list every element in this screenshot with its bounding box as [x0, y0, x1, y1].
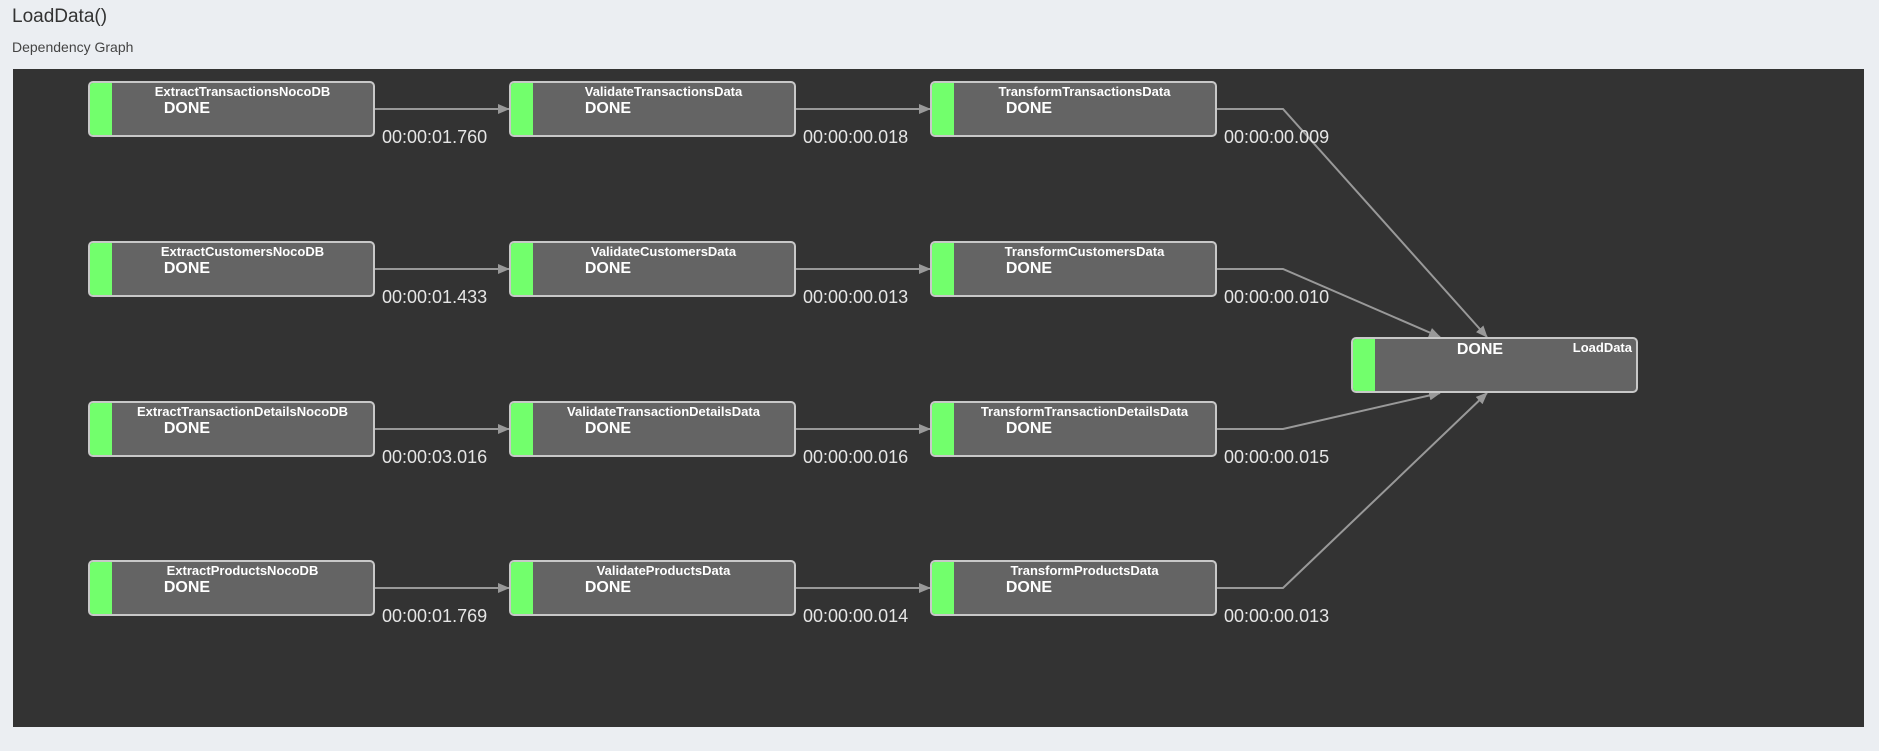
task-status: DONE [584, 579, 632, 596]
task-node[interactable]: ValidateTransactionDetailsData DONE [509, 401, 796, 457]
task-node[interactable]: LoadData DONE [1351, 337, 1638, 393]
task-name: TransformTransactionDetailsData [980, 404, 1189, 419]
task-node[interactable]: ExtractTransactionsNocoDB DONE [88, 81, 375, 137]
task-name: ValidateProductsData [596, 563, 731, 578]
task-duration: 00:00:00.010 [1224, 287, 1330, 307]
task-node[interactable]: TransformCustomersData DONE [930, 241, 1217, 297]
task-node[interactable]: ExtractTransactionDetailsNocoDB DONE [88, 401, 375, 457]
edge-n11-n12 [1217, 392, 1488, 589]
task-name: TransformTransactionsData [998, 84, 1171, 99]
task-name: ExtractProductsNocoDB [166, 563, 319, 578]
status-indicator [511, 243, 533, 295]
task-status: DONE [1005, 260, 1053, 277]
task-duration: 00:00:01.769 [382, 606, 488, 626]
task-duration: 00:00:03.016 [382, 447, 488, 467]
graph-edges [375, 104, 1488, 593]
edge-n8-n12 [1217, 390, 1441, 430]
status-indicator [90, 403, 112, 455]
status-indicator [90, 562, 112, 614]
status-indicator [932, 243, 954, 295]
status-indicator [90, 83, 112, 135]
task-duration: 00:00:00.015 [1224, 447, 1330, 467]
task-name: ValidateCustomersData [590, 244, 737, 259]
status-indicator [90, 243, 112, 295]
task-status: DONE [163, 260, 211, 277]
task-status: DONE [1456, 341, 1504, 358]
task-duration: 00:00:00.009 [1224, 127, 1330, 147]
task-name: TransformCustomersData [1004, 244, 1165, 259]
task-node[interactable]: ValidateTransactionsData DONE [509, 81, 796, 137]
status-indicator [511, 562, 533, 614]
task-status: DONE [1005, 579, 1053, 596]
task-node[interactable]: TransformProductsData DONE [930, 560, 1217, 616]
task-node[interactable]: ValidateCustomersData DONE [509, 241, 796, 297]
task-duration: 00:00:00.016 [803, 447, 909, 467]
task-node[interactable]: ValidateProductsData DONE [509, 560, 796, 616]
task-duration: 00:00:00.014 [803, 606, 909, 626]
status-indicator [1353, 339, 1375, 391]
status-indicator [932, 562, 954, 614]
task-node[interactable]: TransformTransactionsData DONE [930, 81, 1217, 137]
task-duration: 00:00:01.433 [382, 287, 488, 307]
task-node[interactable]: ExtractCustomersNocoDB DONE [88, 241, 375, 297]
task-status: DONE [584, 100, 632, 117]
task-node[interactable]: ExtractProductsNocoDB DONE [88, 560, 375, 616]
task-status: DONE [163, 100, 211, 117]
status-indicator [932, 403, 954, 455]
task-duration: 00:00:00.018 [803, 127, 909, 147]
task-status: DONE [1005, 420, 1053, 437]
task-status: DONE [584, 260, 632, 277]
task-name: ExtractTransactionsNocoDB [154, 84, 331, 99]
page-subtitle: Dependency Graph [12, 39, 134, 55]
dependency-graph-canvas[interactable]: ExtractTransactionsNocoDB DONE 00:00:01.76… [13, 69, 1864, 727]
task-duration: 00:00:01.760 [382, 127, 488, 147]
page-title: LoadData() [12, 6, 108, 27]
task-name: ValidateTransactionsData [584, 84, 743, 99]
status-indicator [932, 83, 954, 135]
task-status: DONE [163, 579, 211, 596]
task-status: DONE [1005, 100, 1053, 117]
task-status: DONE [163, 420, 211, 437]
task-node[interactable]: TransformTransactionDetailsData DONE [930, 401, 1217, 457]
task-name: ExtractTransactionDetailsNocoDB [137, 404, 348, 419]
task-duration: 00:00:00.013 [803, 287, 909, 307]
task-name: ValidateTransactionDetailsData [567, 404, 760, 419]
status-indicator [511, 403, 533, 455]
task-name: TransformProductsData [1010, 563, 1159, 578]
task-name: ExtractCustomersNocoDB [160, 244, 325, 259]
status-indicator [511, 83, 533, 135]
task-status: DONE [584, 420, 632, 437]
task-duration: 00:00:00.013 [1224, 606, 1330, 626]
